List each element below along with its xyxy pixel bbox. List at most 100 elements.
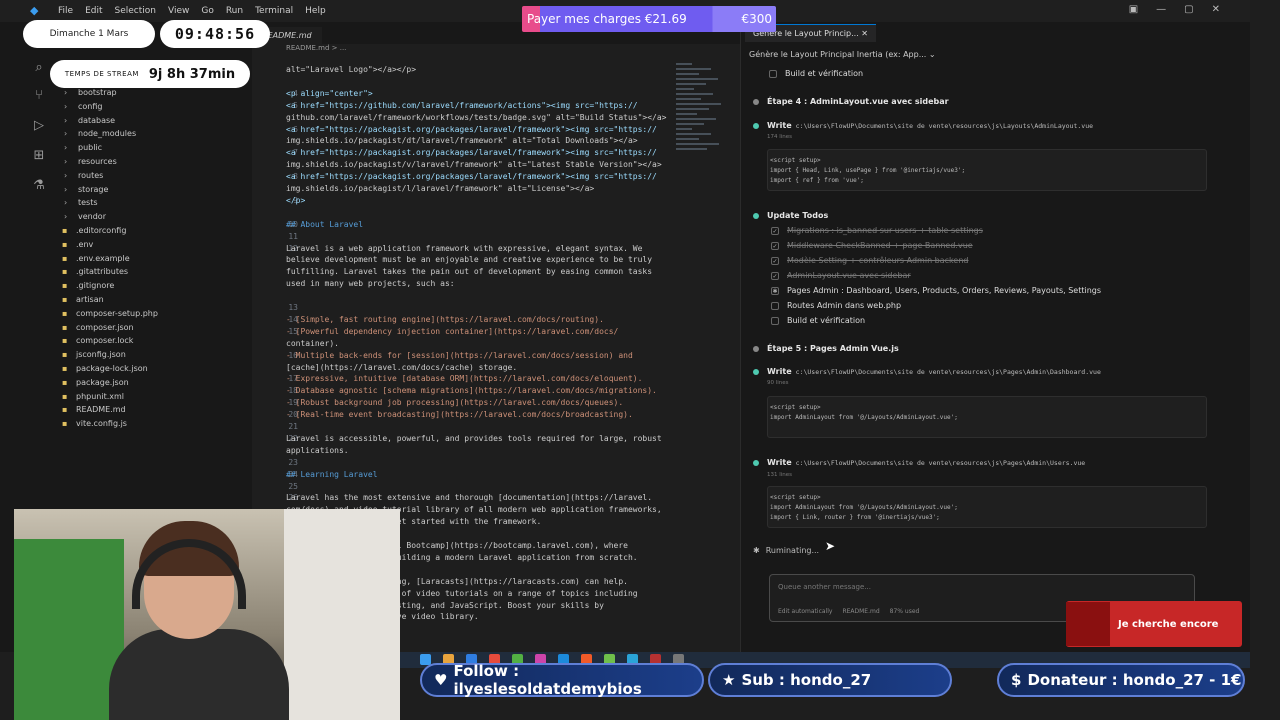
menu-item-view[interactable]: View: [168, 6, 189, 16]
file-item[interactable]: ▪ .gitattributes: [52, 265, 252, 279]
explorer-item-label: artisan: [76, 294, 104, 304]
edit-mode-toggle[interactable]: Edit automatically: [778, 608, 832, 615]
chevron-down-icon[interactable]: ⌄: [929, 50, 936, 59]
code-line: - [Real-time event broadcasting](https:/…: [286, 410, 633, 420]
todo-item: Build et vérification: [771, 316, 865, 325]
maximize-icon[interactable]: ▢: [1184, 4, 1193, 15]
stream-time-overlay: TEMPS DE STREAM 9j 8h 37min: [50, 60, 250, 88]
file-item[interactable]: ▪ README.md: [52, 403, 252, 417]
code-line: - [Powerful dependency injection contain…: [286, 326, 619, 336]
folder-item[interactable]: › config: [52, 100, 252, 114]
close-tab-icon[interactable]: ✕: [861, 29, 868, 38]
explorer-item-label: resources: [78, 156, 117, 166]
file-item[interactable]: ▪ .env.example: [52, 252, 252, 266]
folder-item[interactable]: › database: [52, 114, 252, 128]
dollar-icon: $: [1011, 671, 1022, 689]
file-item[interactable]: ▪ .gitignore: [52, 279, 252, 293]
taskbar-app-icon[interactable]: [420, 654, 431, 665]
file-item[interactable]: ▪ vite.config.js: [52, 417, 252, 431]
file-item[interactable]: ▪ composer.lock: [52, 334, 252, 348]
code-line: [cache](https://laravel.com/docs/cache) …: [286, 362, 518, 372]
file-item[interactable]: ▪ .editorconfig: [52, 224, 252, 238]
explorer-item-label: public: [78, 143, 103, 153]
folder-item[interactable]: › routes: [52, 169, 252, 183]
context-file[interactable]: README.md: [842, 608, 879, 615]
folder-item[interactable]: › node_modules: [52, 127, 252, 141]
minimap[interactable]: [676, 60, 728, 190]
file-icon: ▪: [62, 267, 68, 277]
menu-item-file[interactable]: File: [58, 6, 73, 16]
code-line: Laravel is accessible, powerful, and pro…: [286, 433, 662, 443]
chevron-right-icon: ›: [64, 101, 68, 111]
heart-icon: ♥: [434, 671, 448, 689]
folder-item[interactable]: › vendor: [52, 210, 252, 224]
extensions-icon[interactable]: ⊞: [30, 148, 48, 166]
folder-item[interactable]: › public: [52, 141, 252, 155]
file-item[interactable]: ▪ composer.json: [52, 321, 252, 335]
code-preview-1[interactable]: <script setup> import { Head, Link, useP…: [767, 149, 1207, 191]
write-path[interactable]: c:\Users\FlowUP\Documents\site de vente\…: [796, 459, 1086, 467]
menu-item-run[interactable]: Run: [226, 6, 243, 16]
file-icon: ▪: [62, 391, 68, 401]
menu-item-edit[interactable]: Edit: [85, 6, 102, 16]
file-icon: ▪: [62, 308, 68, 318]
donateur-label: Donateur : hondo_27 - 1€: [1027, 671, 1242, 689]
minimize-icon[interactable]: —: [1156, 4, 1166, 15]
explorer-item-label: .gitignore: [76, 281, 115, 291]
file-icon: ▪: [62, 336, 68, 346]
file-item[interactable]: ▪ .env: [52, 238, 252, 252]
todo-item: ✓ Middleware CheckBanned + page Banned.vu…: [771, 241, 973, 250]
update-todos-label: Update Todos: [767, 211, 829, 220]
source-control-icon[interactable]: ⑂: [30, 88, 48, 106]
code-line: img.shields.io/packagist/dt/laravel/fram…: [286, 136, 638, 146]
file-item[interactable]: ▪ package.json: [52, 376, 252, 390]
explorer-item-label: package.json: [76, 377, 129, 387]
folder-item[interactable]: › bootstrap: [52, 86, 252, 100]
todo-label: Middleware CheckBanned + page Banned.vue: [787, 241, 973, 250]
file-item[interactable]: ▪ jsconfig.json: [52, 348, 252, 362]
folder-item[interactable]: › resources: [52, 155, 252, 169]
webcam-feed: [14, 509, 400, 720]
close-icon[interactable]: ✕: [1212, 4, 1220, 15]
file-icon: ▪: [62, 239, 68, 249]
write-path[interactable]: c:\Users\FlowUP\Documents\site de vente\…: [796, 368, 1101, 376]
explorer-item-label: README.md: [76, 405, 126, 415]
search-icon[interactable]: ⌕: [30, 60, 48, 78]
code-line: alt="Laravel Logo"></a></p>: [286, 65, 417, 74]
menu-item-terminal[interactable]: Terminal: [255, 6, 293, 16]
explorer-item-label: node_modules: [78, 129, 137, 139]
file-icon: ▪: [62, 419, 68, 429]
step-4-label: Étape 4 : AdminLayout.vue avec sidebar: [767, 97, 949, 106]
todo-item: Routes Admin dans web.php: [771, 301, 901, 310]
chevron-right-icon: ›: [64, 212, 68, 222]
menu-item-selection[interactable]: Selection: [115, 6, 156, 16]
chat-subtitle[interactable]: Génère le Layout Principal Inertia (ex: …: [741, 44, 1250, 66]
code-preview-2[interactable]: <script setup> import AdminLayout from '…: [767, 396, 1207, 438]
run-debug-icon[interactable]: ▷: [30, 118, 48, 136]
code-line: img.shields.io/packagist/v/laravel/frame…: [286, 160, 662, 170]
explorer-item-label: vendor: [78, 212, 106, 222]
donateur-banner: $ Donateur : hondo_27 - 1€: [997, 663, 1245, 697]
check-icon: ✓: [771, 241, 779, 250]
file-item[interactable]: ▪ package-lock.json: [52, 362, 252, 376]
line-number: 11: [288, 231, 298, 241]
layout-icon[interactable]: ▣: [1129, 4, 1138, 15]
file-item[interactable]: ▪ composer-setup.php: [52, 307, 252, 321]
vscode-logo-icon: ◆: [30, 4, 39, 17]
write-lines: 131 lines: [767, 472, 793, 478]
folder-item[interactable]: › storage: [52, 183, 252, 197]
write-block-2: Write c:\Users\FlowUP\Documents\site de v…: [753, 367, 1101, 376]
file-icon: ▪: [62, 322, 68, 332]
write-path[interactable]: c:\Users\FlowUP\Documents\site de vente\…: [796, 122, 1093, 130]
explorer-item-label: composer-setup.php: [76, 308, 158, 318]
menu-item-help[interactable]: Help: [305, 6, 326, 16]
todo-item: ✓ AdminLayout.vue avec sidebar: [771, 271, 911, 280]
file-item[interactable]: ▪ artisan: [52, 293, 252, 307]
in-progress-icon: ✱: [771, 286, 779, 295]
menu-item-go[interactable]: Go: [201, 6, 213, 16]
file-item[interactable]: ▪ phpunit.xml: [52, 390, 252, 404]
code-line: <p align="center">: [286, 88, 373, 98]
code-preview-3[interactable]: <script setup> import AdminLayout from '…: [767, 486, 1207, 528]
testing-icon[interactable]: ⚗: [30, 178, 48, 196]
folder-item[interactable]: › tests: [52, 196, 252, 210]
